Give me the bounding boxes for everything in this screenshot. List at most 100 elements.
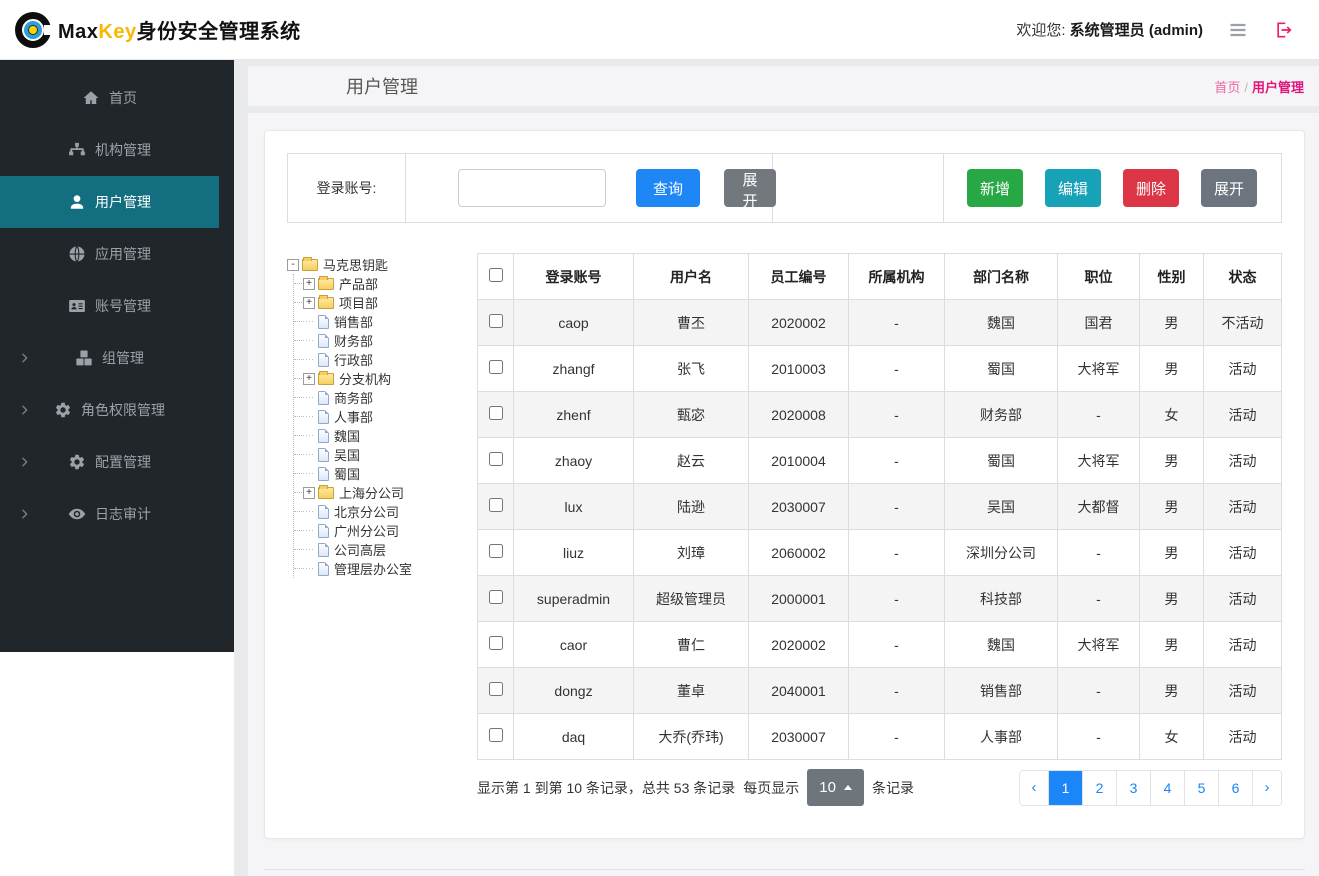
tree-expander-plus-icon[interactable]: + — [303, 296, 315, 309]
tree-node[interactable]: + 产品部 — [294, 274, 477, 293]
tree-node[interactable]: 人事部 — [294, 407, 477, 426]
tree-expander-minus-icon[interactable]: - — [287, 258, 299, 271]
user-icon — [68, 193, 86, 211]
sidebar-item-audit[interactable]: 日志审计 — [0, 488, 219, 540]
sitemap-icon — [68, 141, 86, 159]
row-checkbox[interactable] — [488, 498, 503, 512]
row-checkbox[interactable] — [488, 682, 503, 696]
sidebar-item-user[interactable]: 用户管理 — [0, 176, 219, 228]
tree-node-label: 财务部 — [334, 334, 374, 349]
tree-node[interactable]: 广州分公司 — [294, 521, 477, 540]
logout-icon[interactable] — [1273, 19, 1295, 41]
cubes-icon — [75, 349, 93, 367]
table-row[interactable]: liuz 刘璋 2060002- 深圳分公司 - 男活动 — [477, 529, 1282, 576]
tree-node[interactable]: 管理层办公室 — [294, 559, 477, 578]
sidebar-item-label: 配置管理 — [95, 454, 151, 470]
table-row[interactable]: caop 曹丕 2020002- 魏国 国君男不活动 — [477, 299, 1282, 346]
table-cell: 男 — [1139, 621, 1204, 668]
page-button-2[interactable]: 2 — [1083, 770, 1116, 805]
tree-connector — [303, 543, 315, 556]
sidebar-item-org[interactable]: 机构管理 — [0, 124, 219, 176]
tree-node[interactable]: 销售部 — [294, 312, 477, 331]
row-checkbox[interactable] — [488, 360, 503, 374]
sidebar-item-config[interactable]: 配置管理 — [0, 436, 219, 488]
table-cell: 曹仁 — [633, 621, 749, 668]
edit-button[interactable]: 编辑 — [1044, 169, 1101, 207]
tree-node[interactable]: 北京分公司 — [294, 502, 477, 521]
table-cell: 人事部 — [944, 713, 1058, 760]
sidebar-item-role[interactable]: 角色权限管理 — [0, 384, 219, 436]
row-checkbox[interactable] — [488, 406, 503, 420]
table-row[interactable]: daq 大乔(乔玮) 2030007- 人事部 - 女活动 — [477, 713, 1282, 760]
table-row[interactable]: dongz 董卓 2040001- 销售部 - 男活动 — [477, 667, 1282, 714]
table-cell: 董卓 — [633, 667, 749, 714]
table-row[interactable]: zhaoy 赵云 2010004- 蜀国 大将军男活动 — [477, 437, 1282, 484]
page-button-3[interactable]: 3 — [1117, 770, 1150, 805]
column-header: 性别 — [1139, 253, 1204, 300]
page-button-5[interactable]: 5 — [1185, 770, 1218, 805]
tree-expander-plus-icon[interactable]: + — [303, 277, 315, 290]
table-cell: 不活动 — [1203, 299, 1282, 346]
home-icon — [82, 89, 100, 107]
table-cell: 科技部 — [944, 575, 1058, 622]
tree-node[interactable]: 商务部 — [294, 388, 477, 407]
tree-node[interactable]: 蜀国 — [294, 464, 477, 483]
row-checkbox[interactable] — [488, 590, 503, 604]
row-checkbox[interactable] — [488, 452, 503, 466]
page-size-dropdown[interactable]: 10 — [807, 769, 864, 806]
query-button[interactable]: 查询 — [636, 169, 700, 207]
table-row[interactable]: zhangf 张飞 2010003- 蜀国 大将军男活动 — [477, 345, 1282, 392]
table-cell: 深圳分公司 — [944, 529, 1058, 576]
tree-node[interactable]: + 分支机构 — [294, 369, 477, 388]
login-account-input[interactable] — [458, 169, 606, 207]
page-button-4[interactable]: 4 — [1151, 770, 1184, 805]
row-checkbox[interactable] — [488, 314, 503, 328]
table-cell: 大将军 — [1057, 345, 1140, 392]
table-cell: 甄宓 — [633, 391, 749, 438]
table-row[interactable]: zhenf 甄宓 2020008- 财务部 - 女活动 — [477, 391, 1282, 438]
sidebar-item-group[interactable]: 组管理 — [0, 332, 219, 384]
tree-expander-plus-icon[interactable]: + — [303, 372, 315, 385]
tree-node[interactable]: + 项目部 — [294, 293, 477, 312]
table-row[interactable]: lux 陆逊 2030007- 吴国 大都督男活动 — [477, 483, 1282, 530]
tree-connector — [303, 353, 315, 366]
search-expand-button[interactable]: 展开 — [724, 169, 776, 210]
pagination-pages: ‹ 1 2 3 4 5 6 › — [1019, 769, 1282, 806]
select-all-checkbox[interactable] — [488, 268, 503, 282]
tree-node[interactable]: 魏国 — [294, 426, 477, 445]
table-row[interactable]: superadmin 超级管理员 2000001- 科技部 - 男活动 — [477, 575, 1282, 622]
tree-node[interactable]: 行政部 — [294, 350, 477, 369]
table-row[interactable]: caor 曹仁 2020002- 魏国 大将军男活动 — [477, 621, 1282, 668]
tree-node[interactable]: 公司高层 — [294, 540, 477, 559]
next-page-button[interactable]: › — [1253, 770, 1281, 805]
tree-node-label: 魏国 — [334, 429, 361, 444]
page-button-1[interactable]: 1 — [1049, 770, 1082, 805]
table-cell: - — [1057, 391, 1140, 438]
row-checkbox[interactable] — [488, 728, 503, 742]
tree-expander-plus-icon[interactable]: + — [303, 486, 315, 499]
table-cell: 2020002 — [748, 621, 849, 668]
tree-node[interactable]: 吴国 — [294, 445, 477, 464]
table-cell: 大乔(乔玮) — [633, 713, 749, 760]
tree-node[interactable]: + 上海分公司 — [294, 483, 477, 502]
sidebar-item-account[interactable]: 账号管理 — [0, 280, 219, 332]
tree-node-label: 广州分公司 — [334, 524, 400, 539]
tree-node[interactable]: - 马克思钥匙 — [287, 255, 477, 274]
sidebar-item-app[interactable]: 应用管理 — [0, 228, 219, 280]
menu-icon[interactable] — [1227, 19, 1249, 41]
expand-button[interactable]: 展开 — [1200, 169, 1257, 207]
add-button[interactable]: 新增 — [966, 169, 1023, 207]
table-cell: - — [848, 345, 945, 392]
row-checkbox[interactable] — [488, 636, 503, 650]
sidebar-item-home[interactable]: 首页 — [0, 72, 219, 124]
table-cell: 2010004 — [748, 437, 849, 484]
prev-page-button[interactable]: ‹ — [1020, 770, 1048, 805]
table-cell: 活动 — [1203, 391, 1282, 438]
breadcrumb-home-link[interactable]: 首页 — [1214, 80, 1240, 95]
page-button-6[interactable]: 6 — [1219, 770, 1252, 805]
tree-node[interactable]: 财务部 — [294, 331, 477, 350]
file-icon — [318, 314, 329, 329]
delete-button[interactable]: 删除 — [1122, 169, 1179, 207]
row-checkbox[interactable] — [488, 544, 503, 558]
tree-connector — [303, 391, 315, 404]
